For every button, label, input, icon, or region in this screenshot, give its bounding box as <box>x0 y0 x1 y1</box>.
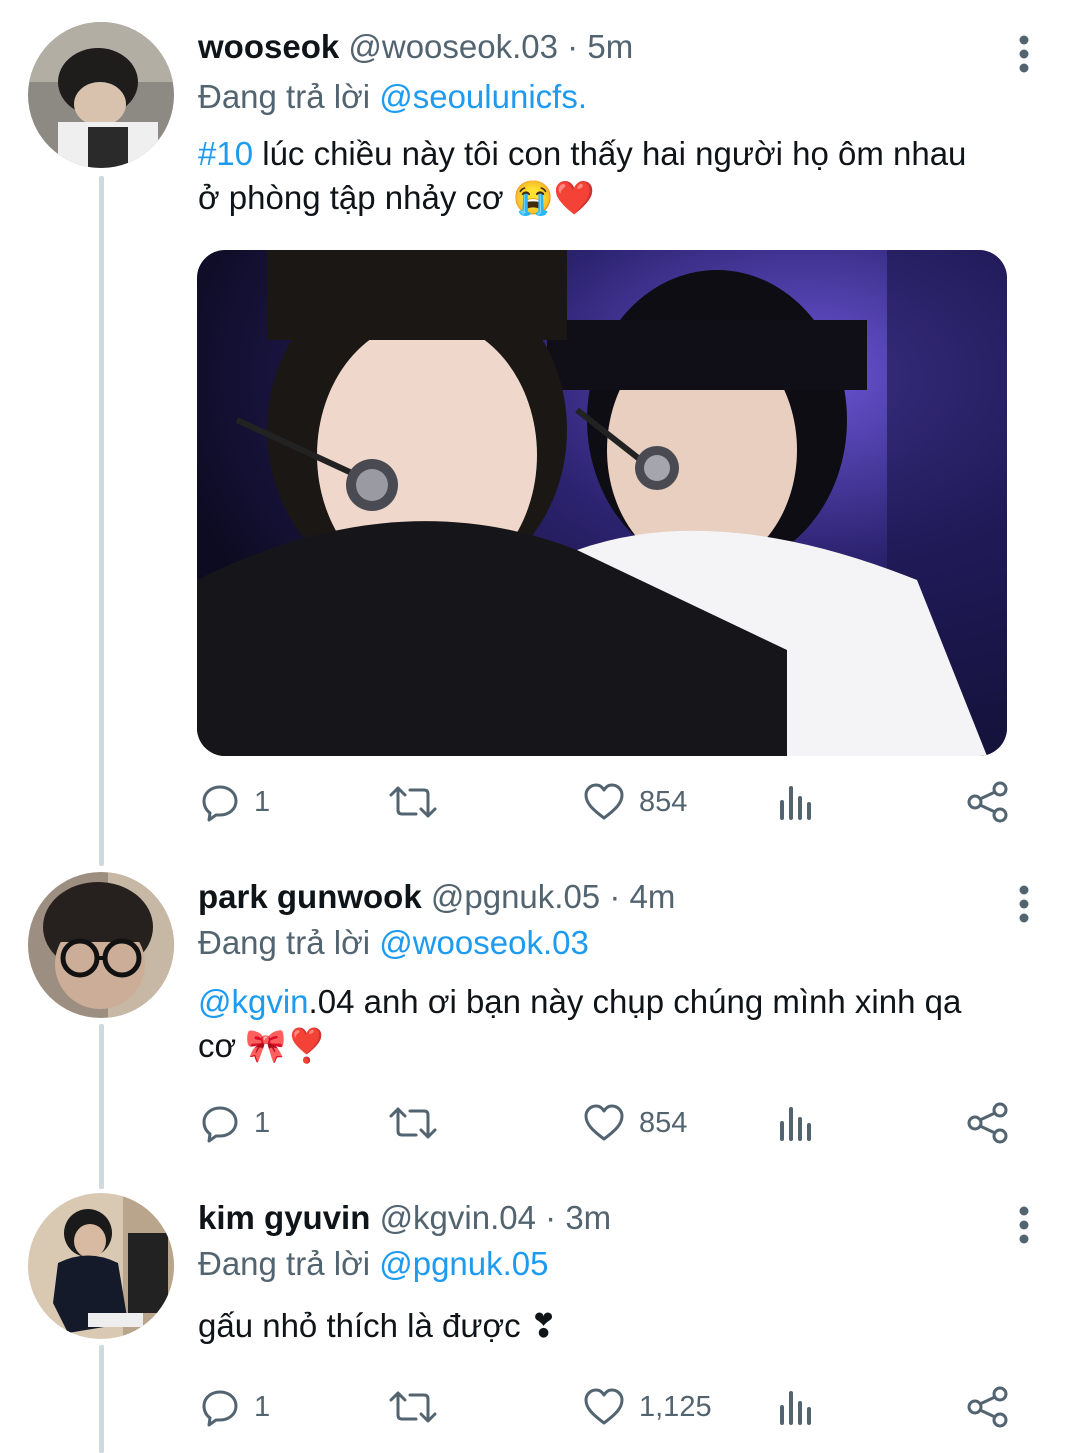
replying-to: Đang trả lời @pgnuk.05 <box>198 1241 549 1287</box>
reply-icon <box>200 1387 240 1427</box>
display-name[interactable]: park gunwook <box>198 878 422 915</box>
reply-count: 1 <box>254 1106 271 1139</box>
retweet-button[interactable] <box>388 1093 438 1153</box>
tweet-text: gấu nhỏ thích là được ❣ <box>198 1304 1028 1348</box>
like-icon <box>583 782 625 822</box>
replying-to-label: Đang trả lời <box>198 1245 371 1282</box>
username[interactable]: @wooseok.03 <box>348 28 558 65</box>
views-icon <box>777 1387 815 1427</box>
tweet-actions: 1 1,125 <box>0 1377 1080 1437</box>
replying-to-label: Đang trả lời <box>198 924 371 961</box>
like-button[interactable]: 854 <box>583 1093 687 1153</box>
views-icon <box>777 1103 815 1143</box>
reply-icon <box>200 1103 240 1143</box>
retweet-button[interactable] <box>388 1377 438 1437</box>
replying-to: Đang trả lời @seoulunicfs. <box>198 74 587 120</box>
tweet[interactable]: wooseok @wooseok.03 · 5m Đang trả lời @s… <box>0 22 1080 822</box>
replying-to-label: Đang trả lời <box>198 78 371 115</box>
username[interactable]: @kgvin.04 <box>380 1199 536 1236</box>
tweet-actions: 1 854 <box>0 1093 1080 1153</box>
like-count: 854 <box>639 1106 688 1139</box>
retweet-button[interactable] <box>388 772 438 832</box>
replying-to-link[interactable]: @seoulunicfs. <box>379 78 587 115</box>
reply-icon <box>200 782 240 822</box>
replying-to-link[interactable]: @wooseok.03 <box>379 924 589 961</box>
like-button[interactable]: 854 <box>583 772 687 832</box>
tweet-text: @kgvin.04 anh ơi bạn này chụp chúng mình… <box>198 980 1028 1068</box>
tweet-header: kim gyuvin @kgvin.04 · 3m <box>198 1193 611 1243</box>
separator: · <box>609 878 621 915</box>
tweet[interactable]: kim gyuvin @kgvin.04 · 3m Đang trả lời @… <box>0 1193 1080 1393</box>
mention-link[interactable]: @kgvin <box>198 983 309 1020</box>
display-name[interactable]: kim gyuvin <box>198 1199 370 1236</box>
tweet-text: #10 lúc chiều này tôi con thấy hai người… <box>198 132 1028 220</box>
avatar[interactable] <box>28 22 174 168</box>
avatar[interactable] <box>28 872 174 1018</box>
more-vertical-icon[interactable] <box>1012 1205 1036 1245</box>
display-name[interactable]: wooseok <box>198 28 339 65</box>
replying-to-link[interactable]: @pgnuk.05 <box>379 1245 548 1282</box>
tweet-header: park gunwook @pgnuk.05 · 4m <box>198 872 675 922</box>
reply-button[interactable]: 1 <box>200 1377 270 1437</box>
hashtag-link[interactable]: #10 <box>198 135 253 172</box>
share-button[interactable] <box>966 772 1010 832</box>
tweet-actions: 1 854 <box>0 772 1080 832</box>
more-vertical-icon[interactable] <box>1012 34 1036 74</box>
reply-count: 1 <box>254 1390 271 1423</box>
reply-button[interactable]: 1 <box>200 1093 270 1153</box>
retweet-icon <box>388 782 438 822</box>
like-icon <box>583 1103 625 1143</box>
tweet-text-line: cơ 🎀❣️ <box>198 1027 328 1064</box>
timestamp[interactable]: 4m <box>630 878 676 915</box>
tweet-text-line: lúc chiều này tôi con thấy hai người họ … <box>253 135 967 172</box>
share-icon <box>966 1386 1010 1428</box>
tweet-text-line: gấu nhỏ thích là được ❣ <box>198 1307 558 1344</box>
more-vertical-icon[interactable] <box>1012 884 1036 924</box>
reply-count: 1 <box>254 785 271 818</box>
retweet-icon <box>388 1103 438 1143</box>
views-button[interactable] <box>777 772 815 832</box>
avatar[interactable] <box>28 1193 174 1339</box>
views-icon <box>777 782 815 822</box>
like-count: 1,125 <box>639 1390 712 1423</box>
tweet-header: wooseok @wooseok.03 · 5m <box>198 22 633 72</box>
separator: · <box>545 1199 557 1236</box>
username[interactable]: @pgnuk.05 <box>431 878 600 915</box>
timestamp[interactable]: 3m <box>565 1199 611 1236</box>
reply-button[interactable]: 1 <box>200 772 270 832</box>
share-icon <box>966 1102 1010 1144</box>
share-button[interactable] <box>966 1377 1010 1437</box>
like-count: 854 <box>639 785 688 818</box>
views-button[interactable] <box>777 1377 815 1437</box>
share-button[interactable] <box>966 1093 1010 1153</box>
like-icon <box>583 1387 625 1427</box>
views-button[interactable] <box>777 1093 815 1153</box>
like-button[interactable]: 1,125 <box>583 1377 712 1437</box>
retweet-icon <box>388 1387 438 1427</box>
tweet-text-line: .04 anh ơi bạn này chụp chúng mình xinh … <box>308 983 962 1020</box>
share-icon <box>966 781 1010 823</box>
timestamp[interactable]: 5m <box>587 28 633 65</box>
tweet-media-image[interactable] <box>197 250 1007 756</box>
tweet-text-line: ở phòng tập nhảy cơ 😭❤️ <box>198 179 595 216</box>
replying-to: Đang trả lời @wooseok.03 <box>198 920 589 966</box>
separator: · <box>567 28 579 65</box>
